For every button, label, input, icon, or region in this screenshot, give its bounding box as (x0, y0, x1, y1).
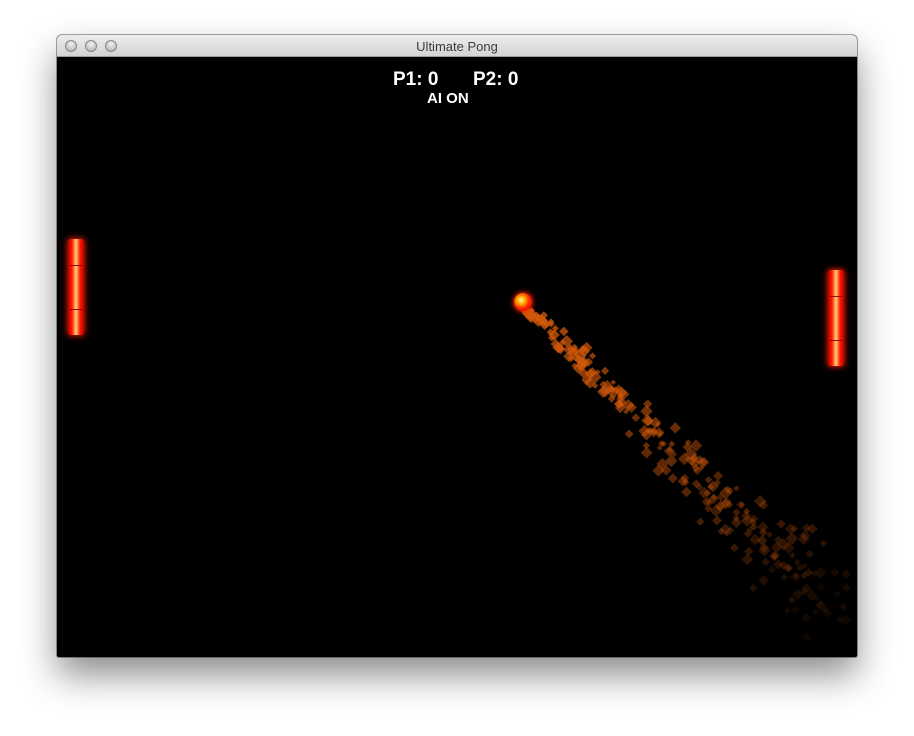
player2-score: P2: 0 (473, 69, 519, 90)
trail-particle (830, 568, 840, 577)
trail-particle (640, 446, 653, 459)
trail-particle (610, 379, 617, 386)
trail-particle (784, 523, 797, 535)
trail-particle (730, 543, 739, 553)
trail-particle (816, 582, 826, 591)
trail-particle (757, 521, 769, 533)
trail-particle (588, 352, 597, 360)
trail-particle (783, 607, 791, 615)
trail-particle (558, 326, 569, 337)
trail-particle (640, 404, 653, 418)
trail-particle (801, 632, 813, 643)
trail-particle (776, 519, 786, 529)
trail-particle (820, 539, 827, 547)
trail-particle (801, 613, 812, 624)
game-window: Ultimate Pong P1: 0 P2: 0 AI ON (57, 35, 857, 657)
trail-particle (780, 573, 788, 581)
ball (514, 293, 532, 311)
trail-particle (749, 533, 761, 546)
trail-particle (712, 515, 722, 526)
trail-particle (839, 602, 848, 611)
trail-particle (631, 413, 641, 423)
trail-particle (696, 517, 705, 526)
trail-particle (761, 557, 771, 567)
player1-score: P1: 0 (393, 69, 439, 90)
left-paddle (68, 239, 84, 335)
trail-particle (667, 473, 679, 484)
trail-particle (840, 614, 852, 626)
trail-particle (743, 546, 754, 557)
trail-particle (788, 595, 797, 604)
ai-status-label: AI ON (427, 90, 469, 107)
trail-particle (713, 470, 724, 481)
trail-particle (789, 552, 796, 559)
trail-particle (758, 575, 769, 586)
window-title: Ultimate Pong (416, 39, 498, 54)
trail-particle (749, 583, 758, 592)
trail-particle (811, 607, 820, 616)
trail-particle (833, 590, 842, 599)
trail-particle (681, 486, 692, 498)
trail-particle (600, 366, 610, 376)
ball-particle-trail (520, 303, 852, 643)
trail-particle (790, 605, 800, 615)
trail-particle (841, 569, 851, 579)
right-paddle (828, 270, 844, 366)
trail-particle (624, 429, 634, 439)
trail-particle (842, 583, 851, 592)
trail-particle (789, 570, 802, 583)
title-bar: Ultimate Pong (57, 35, 857, 57)
trail-particle (768, 565, 777, 574)
game-canvas[interactable]: P1: 0 P2: 0 AI ON (57, 57, 857, 657)
trail-particle (741, 553, 754, 566)
trail-particle (805, 549, 814, 559)
trail-particle (731, 517, 742, 528)
trail-particle (733, 485, 740, 492)
trail-particle (669, 422, 681, 434)
